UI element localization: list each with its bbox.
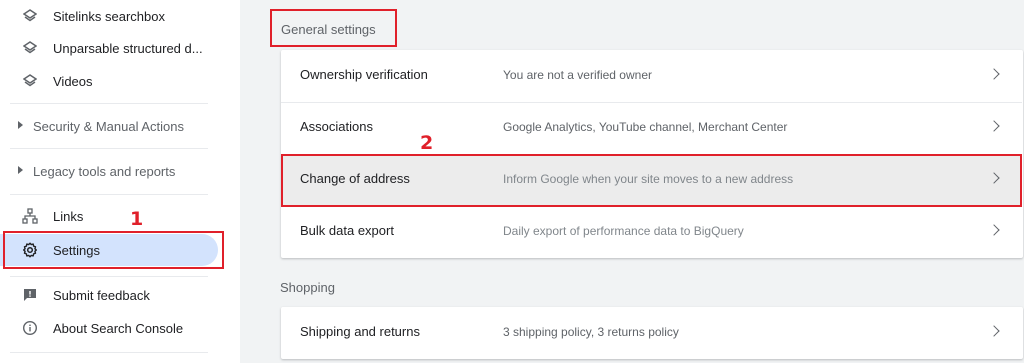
section-label: Security & Manual Actions [33,118,185,134]
divider [10,148,208,149]
divider [10,276,208,277]
chevron-right-icon [988,325,1000,337]
section-security-manual-actions[interactable]: Security & Manual Actions [0,112,218,140]
settings-row-ownership-verification[interactable]: Ownership verification You are not a ver… [281,50,1022,103]
settings-row-bulk-data-export[interactable]: Bulk data export Daily export of perform… [281,206,1022,258]
annotation-box-general-settings [270,9,397,47]
sidebar-item-unparsable-structured-data[interactable]: Unparsable structured d... [0,32,218,64]
layers-icon [22,40,38,56]
row-title: Shipping and returns [300,324,420,339]
feedback-icon [22,287,38,303]
layers-icon [22,73,38,89]
section-title-shopping: Shopping [280,280,335,295]
row-description: Google Analytics, YouTube channel, Merch… [503,120,788,134]
divider [10,103,208,104]
annotation-box-change-of-address [281,154,1022,207]
info-icon [22,320,38,336]
sidebar-item-about[interactable]: About Search Console [0,312,218,344]
row-title: Associations [300,119,373,134]
section-label: Legacy tools and reports [33,163,176,179]
settings-row-associations[interactable]: Associations Google Analytics, YouTube c… [281,102,1022,155]
sidebar-item-submit-feedback[interactable]: Submit feedback [0,279,218,311]
sidebar-item-links[interactable]: Links [0,200,218,232]
sidebar-item-label: Submit feedback [53,287,150,303]
row-description: 3 shipping policy, 3 returns policy [503,325,679,339]
row-description: You are not a verified owner [503,68,652,82]
sidebar-item-label: Links [53,208,84,224]
row-title: Ownership verification [300,67,428,82]
settings-row-shipping-and-returns[interactable]: Shipping and returns 3 shipping policy, … [281,307,1022,359]
layers-icon [22,8,38,24]
caret-right-icon [18,121,23,129]
shopping-card: Shipping and returns 3 shipping policy, … [281,307,1023,359]
sidebar-item-label: Unparsable structured d... [53,40,203,56]
chevron-right-icon [988,68,1000,80]
sidebar-item-label: Sitelinks searchbox [53,8,165,24]
chevron-right-icon [988,224,1000,236]
divider [10,352,208,353]
sitemap-icon [22,208,38,224]
row-title: Bulk data export [300,223,394,238]
sidebar: Sitelinks searchbox Unparsable structure… [0,0,240,363]
sidebar-item-label: Videos [53,73,93,89]
sidebar-item-sitelinks-searchbox[interactable]: Sitelinks searchbox [0,0,218,32]
section-legacy-tools[interactable]: Legacy tools and reports [0,157,218,185]
row-description: Daily export of performance data to BigQ… [503,224,744,238]
sidebar-item-label: About Search Console [53,320,184,336]
sidebar-item-videos[interactable]: Videos [0,65,218,97]
annotation-number-1: 1 [130,208,144,230]
annotation-box-settings [3,231,224,269]
chevron-right-icon [988,120,1000,132]
caret-right-icon [18,166,23,174]
annotation-number-2: 2 [420,132,434,154]
divider [10,194,208,195]
